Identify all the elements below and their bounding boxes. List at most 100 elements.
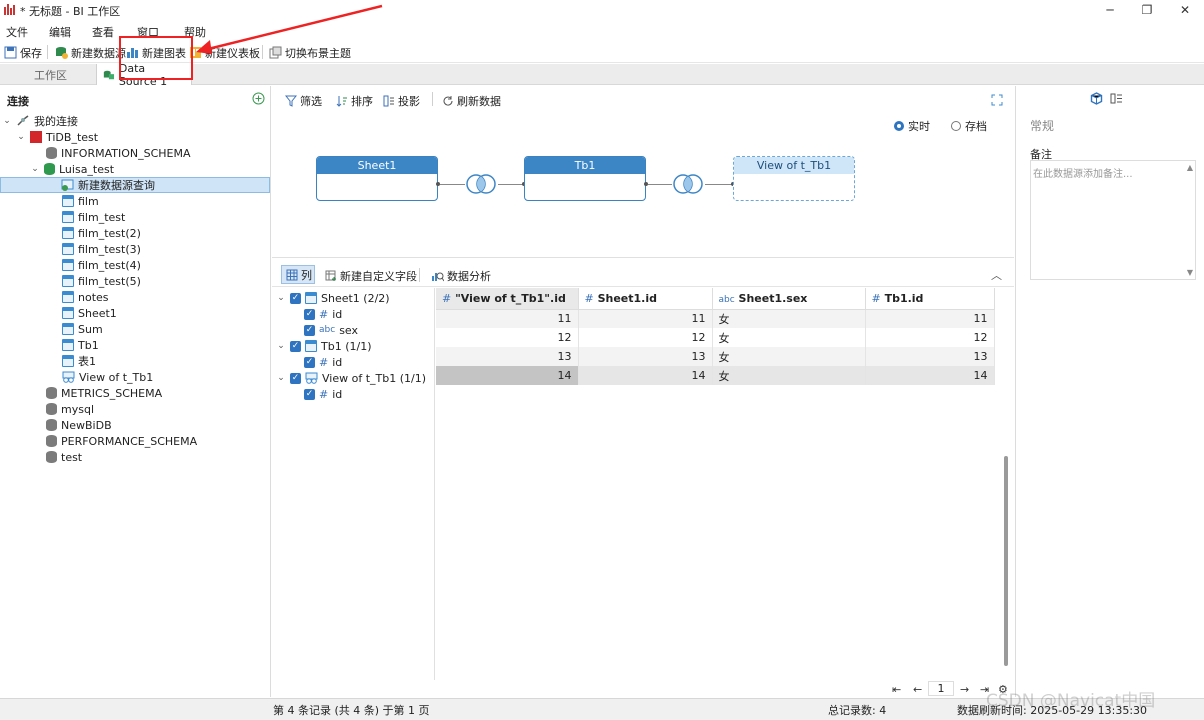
tree-my-connections[interactable]: ⌄ 我的连接 xyxy=(0,113,270,129)
scroll-up-icon[interactable]: ▲ xyxy=(1187,163,1193,172)
table-cell[interactable]: 11 xyxy=(436,309,579,328)
menu-file[interactable]: 文件 xyxy=(6,24,28,40)
tree-table[interactable]: film_test(5) xyxy=(0,273,270,289)
tree-luisa-schema[interactable]: ⌄ Luisa_test xyxy=(0,161,270,177)
table-cell[interactable]: 14 xyxy=(865,366,995,385)
tree-new-query[interactable]: 新建数据源查询 xyxy=(0,177,270,193)
table-cell[interactable]: 女 xyxy=(712,366,866,385)
columns-toggle-button[interactable]: 列 xyxy=(281,265,315,284)
vertical-scrollbar[interactable] xyxy=(1004,456,1008,666)
table-cell[interactable]: 13 xyxy=(578,347,713,366)
table-cell[interactable]: 12 xyxy=(578,328,713,347)
next-page-icon[interactable]: → xyxy=(960,682,969,696)
scroll-down-icon[interactable]: ▼ xyxy=(1187,268,1193,277)
checkbox-checked-icon[interactable]: ✓ xyxy=(304,324,315,336)
checkbox-checked-icon[interactable]: ✓ xyxy=(290,372,301,384)
field-group[interactable]: ⌄ ✓ Tb1 (1/1) xyxy=(276,338,371,354)
field-item[interactable]: ✓ # id xyxy=(304,354,342,370)
menu-edit[interactable]: 编辑 xyxy=(49,24,71,40)
table-row-selected[interactable]: 14 14 女 14 xyxy=(436,366,995,385)
field-group[interactable]: ⌄ ✓ Sheet1 (2/2) xyxy=(276,290,389,306)
table-cell[interactable]: 13 xyxy=(865,347,995,366)
tree-table[interactable]: 表1 xyxy=(0,353,270,369)
inner-join-icon[interactable] xyxy=(464,174,498,194)
tree-table[interactable]: film xyxy=(0,193,270,209)
chevron-down-icon[interactable]: ⌄ xyxy=(276,373,286,383)
archive-radio[interactable]: 存档 xyxy=(951,118,987,134)
tree-schema[interactable]: mysql xyxy=(0,401,270,417)
tree-schema[interactable]: test xyxy=(0,449,270,465)
new-custom-field-button[interactable]: 新建自定义字段 xyxy=(325,268,417,284)
tree-view[interactable]: View of t_Tb1 xyxy=(0,369,270,385)
tree-schema[interactable]: NewBiDB xyxy=(0,417,270,433)
tree-table[interactable]: film_test(4) xyxy=(0,257,270,273)
prev-page-icon[interactable]: ← xyxy=(913,682,922,696)
tree-table[interactable]: Sheet1 xyxy=(0,305,270,321)
tree-schema[interactable]: INFORMATION_SCHEMA xyxy=(0,145,270,161)
tree-table[interactable]: Sum xyxy=(0,321,270,337)
table-cell[interactable]: 11 xyxy=(865,309,995,328)
chevron-down-icon[interactable]: ⌄ xyxy=(2,116,12,126)
table-cell[interactable]: 14 xyxy=(436,366,579,385)
first-page-icon[interactable]: ⇤ xyxy=(892,682,901,696)
checkbox-checked-icon[interactable]: ✓ xyxy=(304,308,315,320)
note-field[interactable]: 在此数据源添加备注... ▲ ▼ xyxy=(1030,160,1196,280)
add-connection-icon[interactable] xyxy=(252,92,265,105)
minimize-button[interactable]: ─ xyxy=(1093,1,1127,19)
table-cell[interactable]: 女 xyxy=(712,328,866,347)
filter-button[interactable]: 筛选 xyxy=(285,93,322,109)
page-number-input[interactable]: 1 xyxy=(928,681,954,696)
table-cell[interactable]: 13 xyxy=(436,347,579,366)
diagram-node-sheet1[interactable]: Sheet1 xyxy=(316,156,438,201)
diagram-node-view[interactable]: View of t_Tb1 xyxy=(733,156,855,201)
chevron-down-icon[interactable]: ⌄ xyxy=(30,164,40,174)
realtime-radio[interactable]: 实时 xyxy=(894,118,930,134)
table-cell[interactable]: 女 xyxy=(712,347,866,366)
tree-schema[interactable]: PERFORMANCE_SCHEMA xyxy=(0,433,270,449)
save-button[interactable]: 保存 xyxy=(4,44,42,61)
table-row[interactable]: 13 13 女 13 xyxy=(436,347,995,366)
checkbox-checked-icon[interactable]: ✓ xyxy=(304,388,315,400)
collapse-icon[interactable]: ︿ xyxy=(991,267,1002,283)
chevron-down-icon[interactable]: ⌄ xyxy=(276,293,286,303)
tree-table[interactable]: film_test(2) xyxy=(0,225,270,241)
table-cell[interactable]: 12 xyxy=(436,328,579,347)
tree-table[interactable]: notes xyxy=(0,289,270,305)
tree-schema[interactable]: METRICS_SCHEMA xyxy=(0,385,270,401)
tree-tidb-connection[interactable]: ⌄ TiDB_test xyxy=(0,129,270,145)
tab-workspace[interactable]: 工作区 xyxy=(28,64,73,85)
field-item[interactable]: ✓ # id xyxy=(304,306,342,322)
checkbox-checked-icon[interactable]: ✓ xyxy=(290,340,301,352)
maximize-button[interactable]: ❐ xyxy=(1130,1,1164,19)
table-cell[interactable]: 11 xyxy=(578,309,713,328)
project-button[interactable]: 投影 xyxy=(383,93,420,109)
column-header[interactable]: abc Sheet1.sex xyxy=(712,288,866,310)
column-header[interactable]: # "View of t_Tb1".id xyxy=(436,288,579,310)
sort-button[interactable]: 排序 xyxy=(336,93,373,109)
data-analysis-button[interactable]: 数据分析 xyxy=(431,268,491,284)
diagram-node-tb1[interactable]: Tb1 xyxy=(524,156,646,201)
layout-icon[interactable] xyxy=(1110,92,1123,105)
table-row[interactable]: 11 11 女 11 xyxy=(436,309,995,328)
inner-join-icon[interactable] xyxy=(671,174,705,194)
fullscreen-icon[interactable] xyxy=(991,94,1003,106)
table-cell[interactable]: 14 xyxy=(578,366,713,385)
field-group[interactable]: ⌄ ✓ View of t_Tb1 (1/1) xyxy=(276,370,426,386)
tree-table[interactable]: film_test(3) xyxy=(0,241,270,257)
table-row[interactable]: 12 12 女 12 xyxy=(436,328,995,347)
column-header[interactable]: # Sheet1.id xyxy=(578,288,713,310)
cube-icon[interactable] xyxy=(1090,92,1103,105)
tree-table[interactable]: Tb1 xyxy=(0,337,270,353)
menu-view[interactable]: 查看 xyxy=(92,24,114,40)
chevron-down-icon[interactable]: ⌄ xyxy=(276,341,286,351)
field-item[interactable]: ✓ abc sex xyxy=(304,322,358,338)
checkbox-checked-icon[interactable]: ✓ xyxy=(290,292,301,304)
field-item[interactable]: ✓ # id xyxy=(304,386,342,402)
new-datasource-button[interactable]: 新建数据源 xyxy=(55,44,126,61)
column-header[interactable]: # Tb1.id xyxy=(865,288,995,310)
tree-table[interactable]: film_test xyxy=(0,209,270,225)
checkbox-checked-icon[interactable]: ✓ xyxy=(304,356,315,368)
table-cell[interactable]: 女 xyxy=(712,309,866,328)
chevron-down-icon[interactable]: ⌄ xyxy=(16,132,26,142)
table-cell[interactable]: 12 xyxy=(865,328,995,347)
